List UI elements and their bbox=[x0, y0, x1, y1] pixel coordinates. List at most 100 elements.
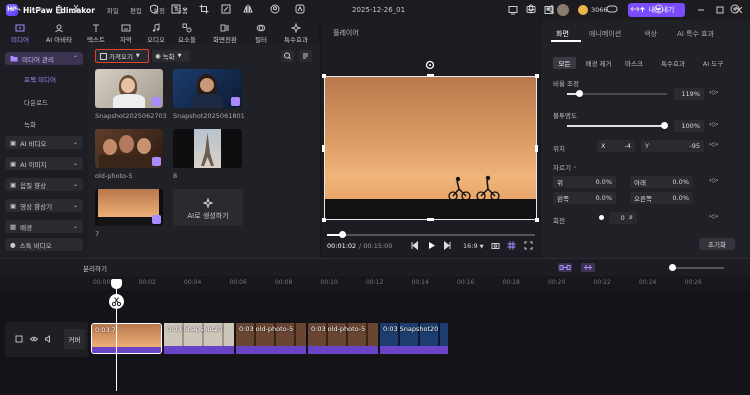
resize-handle[interactable] bbox=[322, 145, 325, 152]
scrubber-knob[interactable] bbox=[338, 231, 346, 238]
playback-scrubber[interactable] bbox=[327, 234, 535, 236]
crop-icon[interactable] bbox=[199, 4, 209, 14]
sidebar-group-media-manage[interactable]: 미디어 관리 ⌃ bbox=[5, 52, 83, 65]
resize-handle[interactable] bbox=[535, 74, 539, 78]
minimize-icon[interactable] bbox=[696, 5, 706, 15]
keyframe-icon[interactable]: ‹◇› bbox=[709, 177, 718, 184]
resize-handle[interactable] bbox=[535, 145, 538, 152]
scale-value[interactable]: 119% bbox=[674, 88, 704, 100]
sidebar-item-project-media[interactable]: 프젝 미디어 bbox=[24, 74, 56, 84]
split-label[interactable]: 분리하기 bbox=[83, 263, 107, 273]
maximize-icon[interactable] bbox=[715, 5, 725, 15]
tab-animation[interactable]: 애니메이션 bbox=[589, 29, 621, 39]
tool-transition[interactable]: 화면전환 bbox=[208, 21, 242, 44]
cover-button[interactable]: 커버 bbox=[64, 329, 85, 349]
rotate-dial[interactable] bbox=[599, 215, 604, 220]
zoom-slider[interactable] bbox=[669, 267, 724, 269]
fit-icon[interactable] bbox=[630, 4, 640, 14]
opacity-value[interactable]: 100% bbox=[674, 120, 704, 132]
position-y-field[interactable]: Y -95 bbox=[641, 140, 704, 152]
media-thumb-old-photo[interactable] bbox=[95, 129, 163, 168]
resize-handle[interactable] bbox=[535, 218, 539, 222]
timeline-clip-7[interactable]: 0:03 7 bbox=[91, 323, 162, 354]
tab-screen[interactable]: 화면 bbox=[556, 29, 569, 39]
media-thumb-snapshot-1[interactable] bbox=[95, 69, 163, 108]
undo-icon[interactable] bbox=[11, 4, 21, 14]
import-button[interactable]: 가져오기 ▼ bbox=[95, 49, 149, 63]
sidebar-item-stock-video[interactable]: ● 스톡 비디오 bbox=[5, 238, 83, 251]
timeline-clip-snapshot-1[interactable]: 0:03 Snapshot20 bbox=[163, 323, 234, 354]
media-thumb-8[interactable] bbox=[173, 129, 242, 168]
resize-icon[interactable] bbox=[221, 4, 231, 14]
sidebar-item-background[interactable]: ▦ 배경 ⌄ bbox=[5, 220, 83, 233]
tool-effects[interactable]: 특수효과 bbox=[279, 21, 313, 44]
sidebar-item-video-enhance[interactable]: ▣ 영상 향상기 ⌄ bbox=[5, 199, 83, 212]
track-link-button[interactable] bbox=[581, 263, 595, 272]
resize-handle[interactable] bbox=[322, 74, 326, 78]
tool-audio[interactable]: 오디오 bbox=[143, 21, 169, 44]
crop-left-field[interactable]: 왼쪽 0.0% bbox=[553, 192, 616, 204]
sidebar-item-recording[interactable]: 녹화 bbox=[24, 119, 36, 129]
shield-icon[interactable] bbox=[149, 4, 159, 14]
ai-tool-icon[interactable] bbox=[295, 4, 305, 14]
sort-button[interactable] bbox=[299, 50, 312, 62]
subtab-ai-tools[interactable]: AI 도구 bbox=[695, 57, 731, 69]
next-frame-icon[interactable] bbox=[443, 241, 452, 250]
resize-handle[interactable] bbox=[322, 218, 326, 222]
timeline-clip-old-photo-1[interactable]: 0:03 old-photo-5 bbox=[235, 323, 306, 354]
text-template-icon[interactable] bbox=[171, 4, 189, 14]
speaker-icon[interactable] bbox=[45, 335, 53, 343]
selection-frame[interactable] bbox=[324, 76, 537, 220]
timeline-clip-old-photo-2[interactable]: 0:03 old-photo-5 bbox=[307, 323, 378, 354]
menu-file[interactable]: 파일 bbox=[107, 7, 119, 15]
tool-filter[interactable]: 필터 bbox=[248, 21, 274, 44]
opacity-slider-knob[interactable] bbox=[661, 122, 668, 129]
reset-button[interactable]: 초기화 bbox=[699, 238, 735, 250]
playhead-knob[interactable] bbox=[111, 279, 122, 289]
zoom-slider-knob[interactable] bbox=[669, 264, 676, 271]
keyframe-icon[interactable]: ‹◇› bbox=[709, 89, 718, 96]
tool-ai-avatar[interactable]: AI 아바타 bbox=[43, 21, 75, 44]
subtab-all[interactable]: 모든 bbox=[553, 57, 576, 69]
sidebar-item-downloads[interactable]: 다운로드 bbox=[24, 97, 48, 107]
project-name[interactable]: 2025-12-26_01 bbox=[352, 6, 405, 14]
zoom-out-icon[interactable] bbox=[654, 4, 664, 14]
subtab-effects[interactable]: 특수효과 bbox=[655, 57, 691, 69]
redo-icon[interactable] bbox=[33, 4, 43, 14]
avatar[interactable] bbox=[557, 4, 569, 16]
snapshot-icon[interactable] bbox=[491, 241, 500, 250]
tool-subtitle[interactable]: 자막 bbox=[113, 21, 139, 44]
crop-bottom-field[interactable]: 아래 0.0% bbox=[630, 176, 693, 188]
ai-generate-card[interactable]: AI로 생성하기 bbox=[173, 189, 243, 226]
resize-handle[interactable] bbox=[427, 74, 434, 77]
grid-icon[interactable] bbox=[507, 241, 516, 250]
resize-handle[interactable] bbox=[427, 218, 434, 221]
crop-top-field[interactable]: 위 0.0% bbox=[553, 176, 616, 188]
eye-icon[interactable] bbox=[30, 335, 38, 343]
tab-ai-effects[interactable]: AI 특수 효과 bbox=[677, 29, 714, 39]
face-icon[interactable] bbox=[270, 4, 280, 14]
media-thumb-snapshot-2[interactable] bbox=[173, 69, 242, 108]
media-thumb-7[interactable] bbox=[95, 189, 163, 226]
scale-slider-knob[interactable] bbox=[576, 90, 583, 97]
menu-edit[interactable]: 편집 bbox=[130, 7, 142, 15]
fullscreen-icon[interactable] bbox=[524, 241, 533, 250]
sidebar-item-ai-image[interactable]: ▣ AI 이미지 ⌄ bbox=[5, 157, 83, 170]
crop-right-field[interactable]: 오른쪽 0.0% bbox=[630, 192, 693, 204]
tool-media[interactable]: 미디어 bbox=[7, 21, 33, 44]
magnet-snap-button[interactable] bbox=[558, 263, 572, 272]
sidebar-item-audio-enhance[interactable]: ▣ 음질 향상 ⌄ bbox=[5, 178, 83, 191]
subtab-bg-remove[interactable]: 배경 제거 bbox=[581, 57, 616, 69]
microphone-icon[interactable] bbox=[526, 4, 536, 14]
prev-frame-icon[interactable] bbox=[410, 241, 419, 250]
playhead-split-button[interactable] bbox=[109, 294, 124, 309]
rotate-handle-icon[interactable] bbox=[425, 60, 435, 70]
zoom-in-icon[interactable] bbox=[730, 4, 740, 14]
tool-text[interactable]: 텍스트 bbox=[83, 21, 109, 44]
keyframe-icon[interactable]: ‹◇› bbox=[709, 213, 718, 220]
keyframe-icon[interactable]: ‹◇› bbox=[709, 121, 718, 128]
search-button[interactable] bbox=[281, 50, 294, 62]
mirror-icon[interactable] bbox=[243, 4, 253, 14]
timeline-clip-snapshot-2[interactable]: 0:03 Snapshot20 bbox=[379, 323, 448, 354]
play-icon[interactable] bbox=[427, 241, 436, 250]
